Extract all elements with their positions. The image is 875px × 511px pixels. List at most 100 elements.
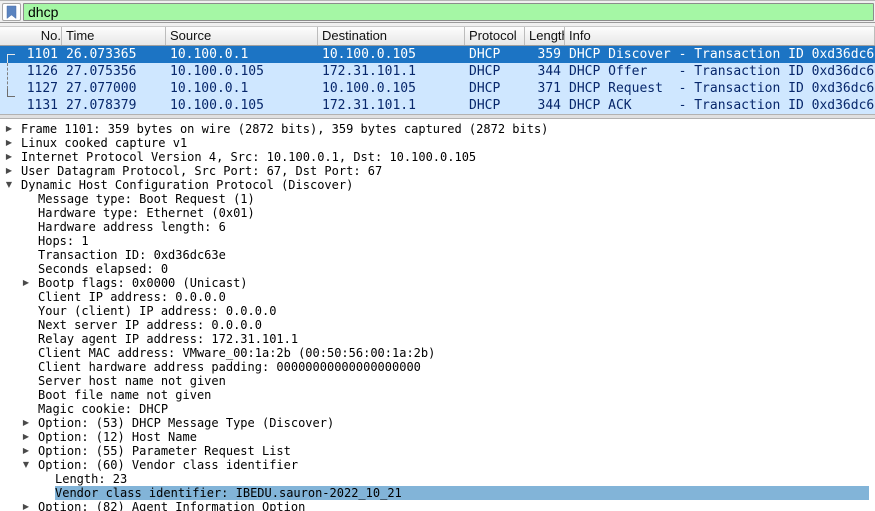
packet-cell-destination: 10.100.0.105 bbox=[318, 80, 465, 97]
detail-row[interactable]: ▶ Frame 1101: 359 bytes on wire (2872 bit… bbox=[0, 122, 875, 136]
expand-icon[interactable]: ▶ bbox=[3, 122, 15, 136]
column-header-info[interactable]: Info bbox=[565, 27, 875, 45]
packet-cell-time: 27.078379 bbox=[62, 97, 166, 114]
detail-text: Linux cooked capture v1 bbox=[21, 136, 187, 150]
detail-row[interactable]: Boot file name not given bbox=[0, 388, 875, 402]
detail-row[interactable]: ▶ Option: (55) Parameter Request List bbox=[0, 444, 875, 458]
detail-row[interactable]: Next server IP address: 0.0.0.0 bbox=[0, 318, 875, 332]
bookmark-icon bbox=[6, 5, 17, 19]
detail-text: Frame 1101: 359 bytes on wire (2872 bits… bbox=[21, 122, 548, 136]
detail-row[interactable]: ▶ Bootp flags: 0x0000 (Unicast) bbox=[0, 276, 875, 290]
detail-row[interactable]: ▶Option: (53) DHCP Message Type (Discove… bbox=[0, 416, 875, 430]
packet-row[interactable]: 113127.07837910.100.0.105172.31.101.1DHC… bbox=[0, 97, 875, 114]
detail-text: Hardware type: Ethernet (0x01) bbox=[38, 206, 255, 220]
packet-cell-info: DHCP Discover - Transaction ID 0xd36dc63… bbox=[565, 46, 875, 63]
column-header-destination[interactable]: Destination bbox=[318, 27, 465, 45]
detail-text: Relay agent IP address: 172.31.101.1 bbox=[38, 332, 298, 346]
packet-cell-destination: 172.31.101.1 bbox=[318, 63, 465, 80]
packet-cell-no: 1127 bbox=[0, 80, 62, 97]
detail-row[interactable]: Hardware address length: 6 bbox=[0, 220, 875, 234]
detail-text: Message type: Boot Request (1) bbox=[38, 192, 255, 206]
packet-cell-source: 10.100.0.105 bbox=[166, 97, 318, 114]
detail-text: Transaction ID: 0xd36dc63e bbox=[38, 248, 226, 262]
detail-row[interactable]: ▶ Linux cooked capture v1 bbox=[0, 136, 875, 150]
detail-row[interactable]: Length: 23 bbox=[0, 472, 875, 486]
detail-row[interactable]: Your (client) IP address: 0.0.0.0 bbox=[0, 304, 875, 318]
collapse-icon[interactable]: ▼ bbox=[20, 458, 32, 472]
detail-row[interactable]: Message type: Boot Request (1) bbox=[0, 192, 875, 206]
detail-text: Dynamic Host Configuration Protocol (Dis… bbox=[21, 178, 353, 192]
detail-text: Seconds elapsed: 0 bbox=[38, 262, 168, 276]
detail-row[interactable]: Hardware type: Ethernet (0x01) bbox=[0, 206, 875, 220]
packet-cell-source: 10.100.0.1 bbox=[166, 80, 318, 97]
expand-icon[interactable]: ▶ bbox=[20, 430, 32, 444]
detail-row-selected[interactable]: Vendor class identifier: IBEDU.sauron-20… bbox=[0, 486, 869, 500]
expand-icon[interactable]: ▶ bbox=[3, 136, 15, 150]
packet-row[interactable]: 110126.07336510.100.0.110.100.0.105DHCP3… bbox=[0, 46, 875, 63]
column-header-source[interactable]: Source bbox=[166, 27, 318, 45]
expand-icon[interactable]: ▶ bbox=[20, 276, 32, 290]
detail-row[interactable]: Relay agent IP address: 172.31.101.1 bbox=[0, 332, 875, 346]
detail-text: Bootp flags: 0x0000 (Unicast) bbox=[38, 276, 248, 290]
packet-cell-source: 10.100.0.105 bbox=[166, 63, 318, 80]
detail-text: Hops: 1 bbox=[38, 234, 89, 248]
packet-list: 110126.07336510.100.0.110.100.0.105DHCP3… bbox=[0, 46, 875, 114]
detail-text: Client IP address: 0.0.0.0 bbox=[38, 290, 226, 304]
packet-row[interactable]: 112727.07700010.100.0.110.100.0.105DHCP3… bbox=[0, 80, 875, 97]
detail-text: Client hardware address padding: 0000000… bbox=[38, 360, 421, 374]
packet-cell-length: 371 bbox=[525, 80, 565, 97]
detail-text: Boot file name not given bbox=[38, 388, 211, 402]
detail-text: Option: (60) Vendor class identifier bbox=[38, 458, 298, 472]
packet-cell-length: 359 bbox=[525, 46, 565, 63]
display-filter-bar bbox=[0, 1, 875, 23]
collapse-icon[interactable]: ▼ bbox=[3, 178, 15, 192]
packet-cell-protocol: DHCP bbox=[465, 80, 525, 97]
expand-icon[interactable]: ▶ bbox=[3, 164, 15, 178]
packet-cell-source: 10.100.0.1 bbox=[166, 46, 318, 63]
filter-bookmark-button[interactable] bbox=[2, 3, 21, 21]
detail-row[interactable]: Client IP address: 0.0.0.0 bbox=[0, 290, 875, 304]
detail-row[interactable]: Seconds elapsed: 0 bbox=[0, 262, 875, 276]
display-filter-input[interactable] bbox=[23, 3, 874, 21]
detail-text: Internet Protocol Version 4, Src: 10.100… bbox=[21, 150, 476, 164]
packet-details-pane: ▶ Frame 1101: 359 bytes on wire (2872 bit… bbox=[0, 119, 875, 511]
detail-row[interactable]: Hops: 1 bbox=[0, 234, 875, 248]
packet-list-header: No.TimeSourceDestinationProtocolLengthIn… bbox=[0, 26, 875, 46]
wireshark-window: No.TimeSourceDestinationProtocolLengthIn… bbox=[0, 0, 875, 511]
detail-row[interactable]: ▶User Datagram Protocol, Src Port: 67, D… bbox=[0, 164, 875, 178]
packet-cell-destination: 10.100.0.105 bbox=[318, 46, 465, 63]
detail-row[interactable]: Magic cookie: DHCP bbox=[0, 402, 875, 416]
detail-row[interactable]: Server host name not given bbox=[0, 374, 875, 388]
detail-text: Next server IP address: 0.0.0.0 bbox=[38, 318, 262, 332]
detail-row[interactable]: ▶ Option: (12) Host Name bbox=[0, 430, 875, 444]
detail-text: Length: 23 bbox=[55, 472, 127, 486]
column-header-no[interactable]: No. bbox=[0, 27, 62, 45]
detail-text: Client MAC address: VMware_00:1a:2b (00:… bbox=[38, 346, 435, 360]
packet-cell-info: DHCP Request - Transaction ID 0xd36dc63e bbox=[565, 80, 875, 97]
expand-icon[interactable]: ▶ bbox=[20, 500, 32, 511]
column-header-length[interactable]: Length bbox=[525, 27, 565, 45]
expand-icon[interactable]: ▶ bbox=[20, 416, 32, 430]
detail-text: Option: (82) Agent Information Option bbox=[38, 500, 305, 511]
expand-icon[interactable]: ▶ bbox=[20, 444, 32, 458]
detail-text: Vendor class identifier: IBEDU.sauron-20… bbox=[55, 486, 402, 500]
detail-row[interactable]: ▶ Option: (82) Agent Information Option bbox=[0, 500, 875, 511]
packet-cell-info: DHCP Offer - Transaction ID 0xd36dc63e bbox=[565, 63, 875, 80]
expand-icon[interactable]: ▶ bbox=[3, 150, 15, 164]
packet-cell-time: 27.077000 bbox=[62, 80, 166, 97]
detail-text: Option: (12) Host Name bbox=[38, 430, 197, 444]
packet-row[interactable]: 112627.07535610.100.0.105172.31.101.1DHC… bbox=[0, 63, 875, 80]
detail-text: Your (client) IP address: 0.0.0.0 bbox=[38, 304, 276, 318]
column-header-protocol[interactable]: Protocol bbox=[465, 27, 525, 45]
detail-text: Option: (55) Parameter Request List bbox=[38, 444, 291, 458]
packet-cell-length: 344 bbox=[525, 97, 565, 114]
column-header-time[interactable]: Time bbox=[62, 27, 166, 45]
packet-cell-protocol: DHCP bbox=[465, 46, 525, 63]
detail-row[interactable]: ▼ Option: (60) Vendor class identifier bbox=[0, 458, 875, 472]
detail-row[interactable]: Client hardware address padding: 0000000… bbox=[0, 360, 875, 374]
detail-row[interactable]: ▶ Internet Protocol Version 4, Src: 10.10… bbox=[0, 150, 875, 164]
packet-cell-time: 26.073365 bbox=[62, 46, 166, 63]
detail-row[interactable]: Client MAC address: VMware_00:1a:2b (00:… bbox=[0, 346, 875, 360]
detail-row[interactable]: Transaction ID: 0xd36dc63e bbox=[0, 248, 875, 262]
detail-row[interactable]: ▼ Dynamic Host Configuration Protocol (Di… bbox=[0, 178, 875, 192]
